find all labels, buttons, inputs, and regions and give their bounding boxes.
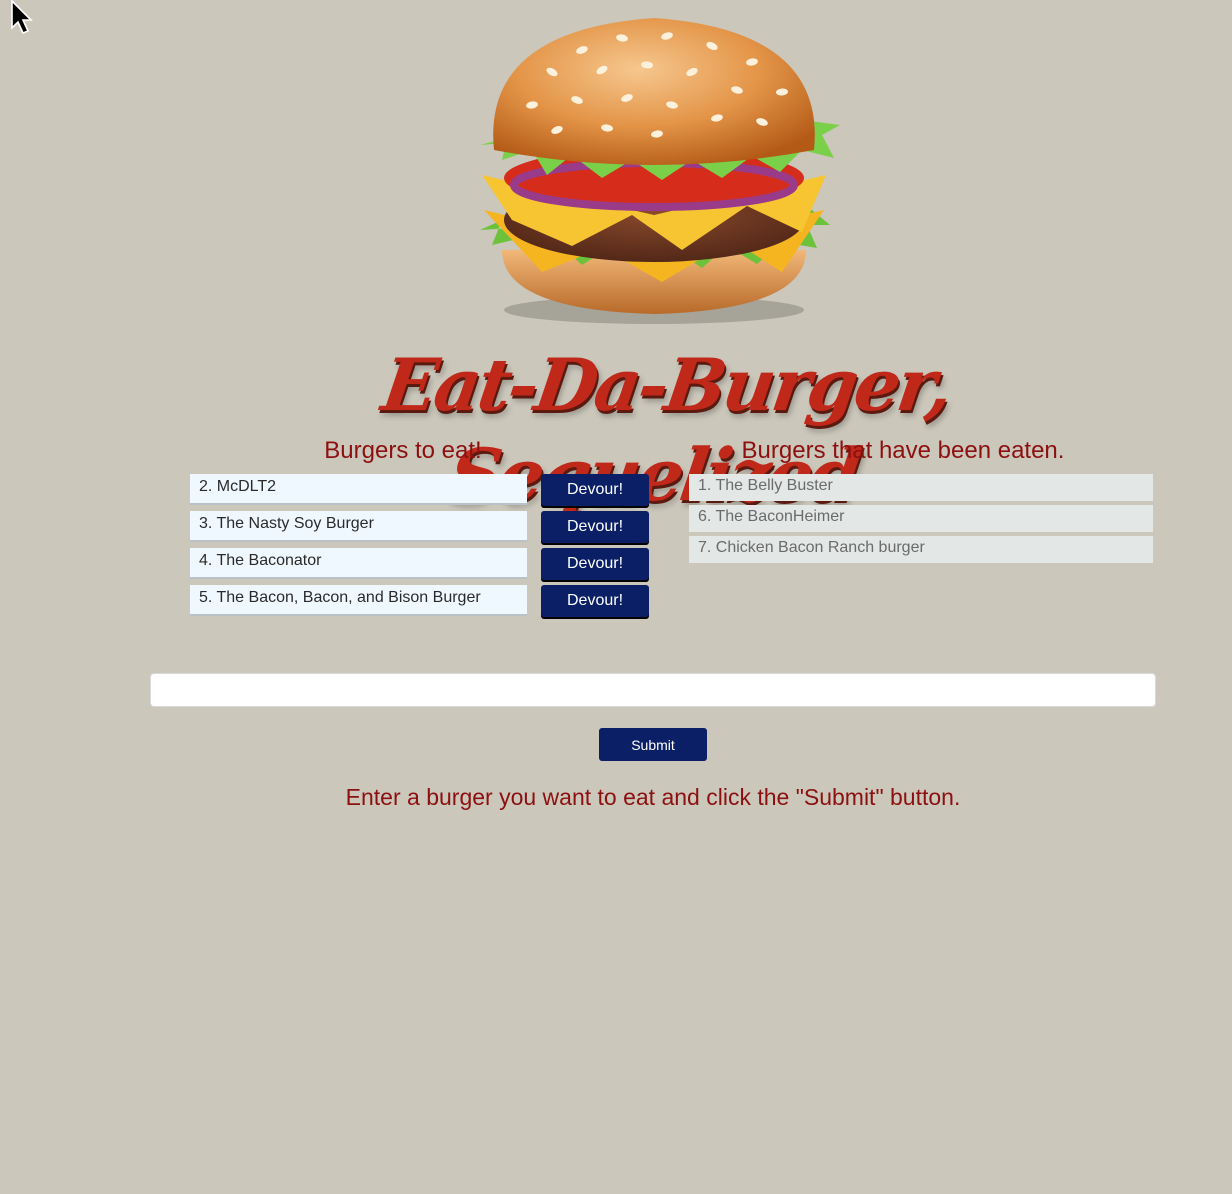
list-item: 5. The Bacon, Bacon, and Bison Burger De… <box>190 585 650 618</box>
list-item: 6. The BaconHeimer <box>689 505 1153 532</box>
devour-button[interactable]: Devour! <box>541 585 649 617</box>
list-item: 7. Chicken Bacon Ranch burger <box>689 536 1153 563</box>
devour-button[interactable]: Devour! <box>541 511 649 543</box>
to-eat-heading: Burgers to eat! <box>324 437 482 464</box>
eaten-list: 1. The Belly Buster 6. The BaconHeimer 7… <box>689 474 1153 567</box>
devour-button[interactable]: Devour! <box>541 548 649 580</box>
eaten-heading: Burgers that have been eaten. <box>741 437 1065 464</box>
page: Eat-Da-Burger, Sequelized Burgers to eat… <box>0 0 1232 1194</box>
list-item: 4. The Baconator Devour! <box>190 548 650 581</box>
burger-name: 2. McDLT2 <box>190 474 527 505</box>
burger-name: 5. The Bacon, Bacon, and Bison Burger <box>190 585 527 616</box>
to-eat-list: 2. McDLT2 Devour! 3. The Nasty Soy Burge… <box>190 474 650 622</box>
list-item: 3. The Nasty Soy Burger Devour! <box>190 511 650 544</box>
submit-button[interactable]: Submit <box>599 728 707 761</box>
instruction-text: Enter a burger you want to eat and click… <box>345 784 961 810</box>
devour-button[interactable]: Devour! <box>541 474 649 506</box>
burger-hero-image <box>480 18 840 324</box>
mouse-cursor-icon <box>11 0 33 35</box>
burger-name-input[interactable] <box>150 673 1156 707</box>
burger-name: 3. The Nasty Soy Burger <box>190 511 527 542</box>
burger-name: 4. The Baconator <box>190 548 527 579</box>
list-item: 1. The Belly Buster <box>689 474 1153 501</box>
list-item: 2. McDLT2 Devour! <box>190 474 650 507</box>
